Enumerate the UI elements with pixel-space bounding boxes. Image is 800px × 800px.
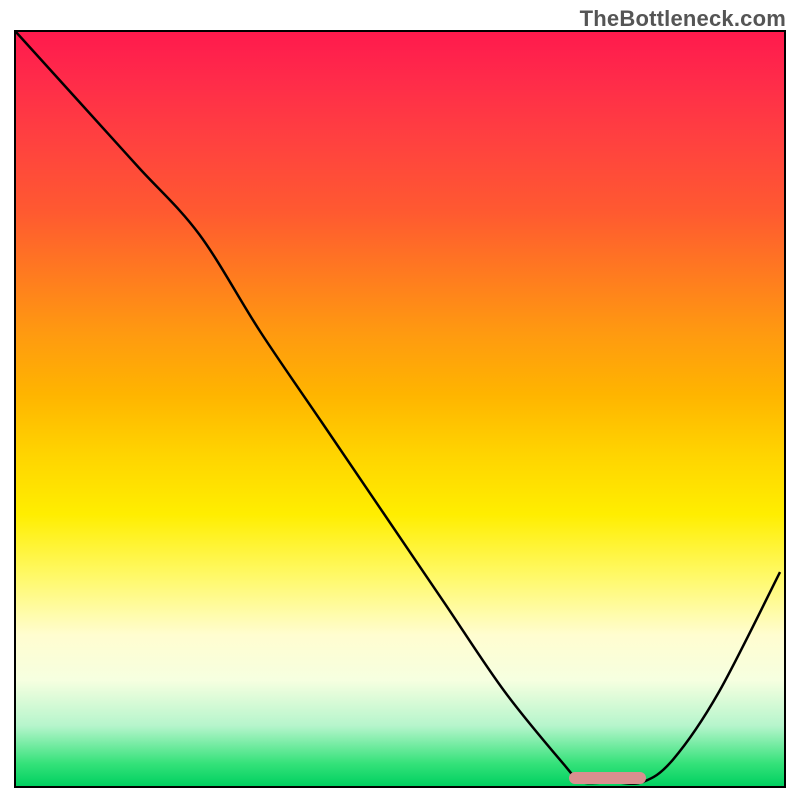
watermark-text: TheBottleneck.com <box>580 6 786 32</box>
optimal-range-marker <box>569 772 646 784</box>
gradient-background <box>16 32 784 786</box>
chart-frame <box>14 30 786 788</box>
